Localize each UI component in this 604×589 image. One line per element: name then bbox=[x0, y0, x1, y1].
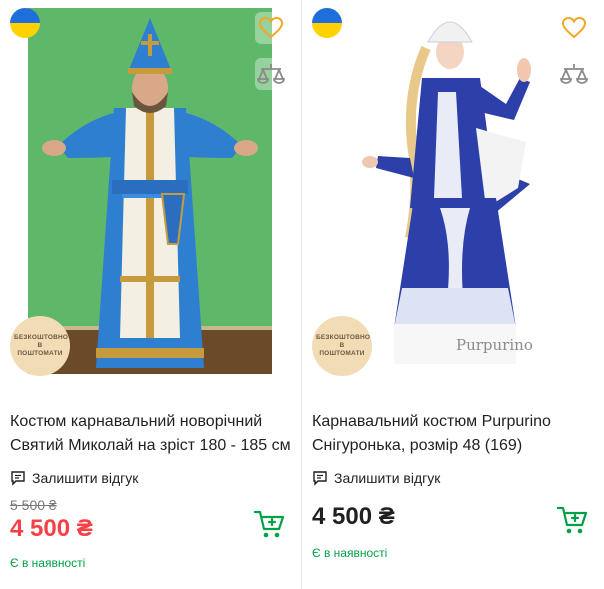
leave-review-link[interactable]: Залишити відгук bbox=[312, 470, 440, 486]
leave-review-label: Залишити відгук bbox=[334, 470, 441, 486]
product-card: Purpurino БЕЗКОШТОВНО В ПОШТОМАТИ Карнав… bbox=[302, 0, 604, 589]
price: 4 500 ₴ bbox=[312, 503, 395, 530]
leave-review-label: Залишити відгук bbox=[32, 470, 139, 486]
product-card: БЕЗКОШТОВНО В ПОШТОМАТИ Костюм карнаваль… bbox=[0, 0, 302, 589]
leave-review-link[interactable]: Залишити відгук bbox=[10, 470, 138, 486]
product-title-link[interactable]: Карнавальний костюм Purpurino Снігуроньк… bbox=[312, 410, 594, 458]
product-image[interactable] bbox=[28, 8, 272, 374]
ukraine-flag-icon bbox=[10, 8, 40, 38]
comment-icon bbox=[11, 471, 25, 486]
comment-icon bbox=[313, 471, 327, 486]
add-to-cart-button[interactable] bbox=[253, 508, 287, 540]
old-price: 5 500 ₴ bbox=[10, 497, 57, 513]
product-title-link[interactable]: Костюм карнавальний новорічний Святий Ми… bbox=[10, 410, 292, 458]
heart-icon[interactable] bbox=[558, 12, 590, 44]
product-grid: БЕЗКОШТОВНО В ПОШТОМАТИ Костюм карнаваль… bbox=[0, 0, 604, 589]
availability-status: Є в наявності bbox=[10, 556, 86, 570]
add-to-cart-button[interactable] bbox=[556, 504, 590, 536]
availability-status: Є в наявності bbox=[312, 546, 388, 560]
price: 4 500 ₴ bbox=[10, 515, 93, 542]
ukraine-flag-icon bbox=[312, 8, 342, 38]
brand-watermark: Purpurino bbox=[456, 336, 533, 354]
free-delivery-badge: БЕЗКОШТОВНО В ПОШТОМАТИ bbox=[312, 316, 372, 376]
cart-icon bbox=[254, 510, 285, 538]
compare-scales-icon[interactable] bbox=[558, 58, 590, 90]
cart-icon bbox=[557, 506, 588, 534]
heart-icon[interactable] bbox=[255, 12, 287, 44]
product-image[interactable]: Purpurino bbox=[330, 8, 574, 374]
compare-scales-icon[interactable] bbox=[255, 58, 287, 90]
free-delivery-badge: БЕЗКОШТОВНО В ПОШТОМАТИ bbox=[10, 316, 70, 376]
